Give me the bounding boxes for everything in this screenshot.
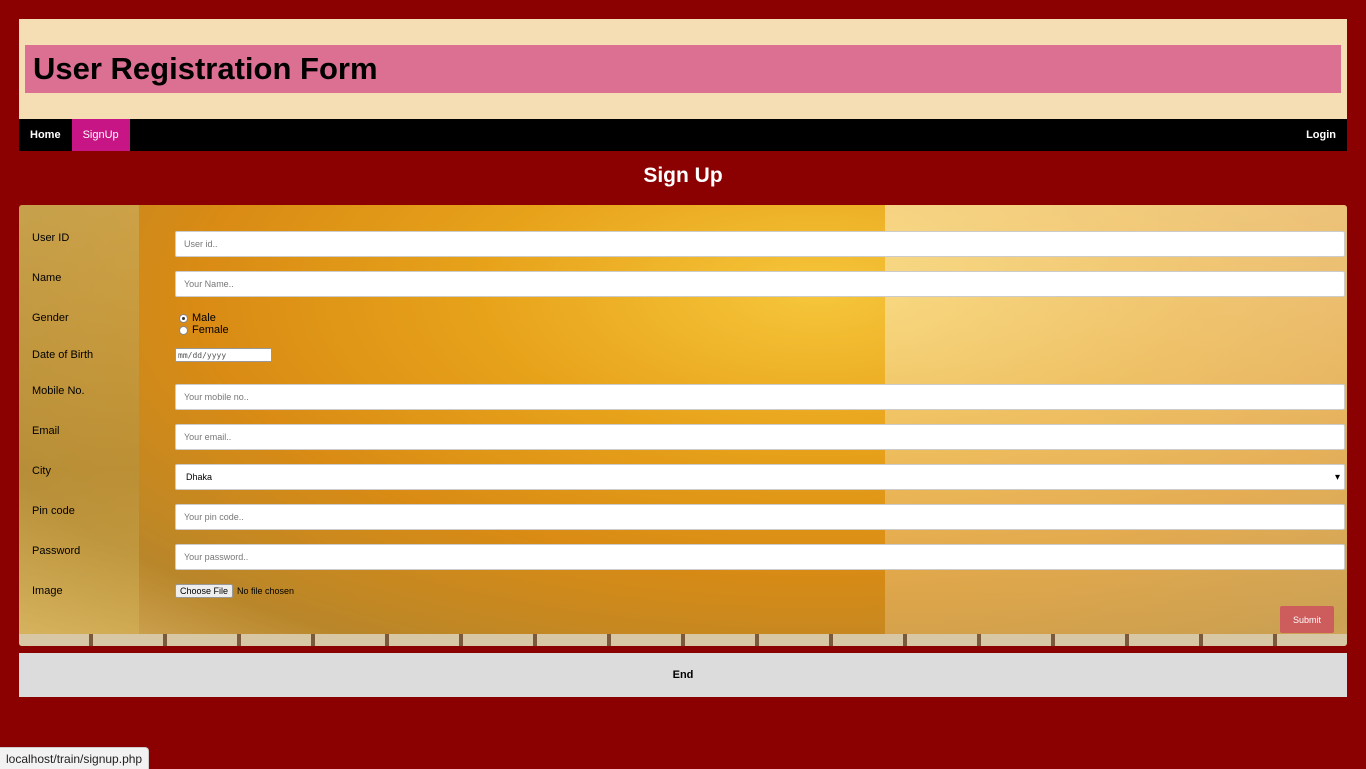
pin-label: Pin code	[32, 505, 75, 517]
navbar: Home SignUp Login	[19, 119, 1347, 151]
nav-login-link[interactable]: Login	[1295, 119, 1347, 151]
dob-label: Date of Birth	[32, 349, 94, 361]
nav-spacer	[130, 119, 1295, 151]
female-label: Female	[192, 324, 229, 336]
gender-label: Gender	[32, 312, 69, 324]
password-label: Password	[32, 545, 81, 557]
city-select[interactable]: Dhaka ▾	[175, 464, 1345, 490]
password-input[interactable]: Your password..	[175, 544, 1345, 570]
city-label: City	[32, 465, 51, 477]
title-band: User Registration Form	[25, 45, 1341, 93]
user-id-input[interactable]: User id..	[175, 231, 1345, 257]
city-selected-value: Dhaka	[186, 472, 213, 482]
male-label: Male	[192, 312, 216, 324]
image-file-input: Choose File No file chosen	[175, 584, 294, 598]
choose-file-button[interactable]: Choose File	[175, 584, 234, 598]
page-title: Sign Up	[643, 164, 723, 187]
name-input[interactable]: Your Name..	[175, 271, 1345, 297]
mobile-label: Mobile No.	[32, 385, 85, 397]
page-footer: End	[19, 653, 1347, 697]
nav-home-link[interactable]: Home	[19, 119, 72, 151]
gender-radio-group: Male Female	[179, 312, 229, 336]
gender-option-male[interactable]: Male	[179, 312, 229, 324]
male-radio[interactable]	[179, 313, 188, 323]
nav-signup-link[interactable]: SignUp	[71, 119, 130, 151]
dob-input[interactable]: mm/dd/yyyy	[175, 348, 272, 362]
chevron-down-icon: ▾	[1334, 471, 1340, 483]
female-radio[interactable]	[179, 325, 188, 335]
image-label: Image	[32, 585, 63, 597]
file-status: No file chosen	[237, 586, 295, 596]
page-header: User Registration Form	[19, 19, 1347, 119]
signup-form: User ID User id.. Name Your Name.. Gende…	[19, 205, 1347, 646]
background-wood-floor	[19, 634, 1347, 646]
user-id-label: User ID	[32, 232, 70, 244]
submit-button[interactable]: Submit	[1280, 606, 1334, 633]
pin-input[interactable]: Your pin code..	[175, 504, 1345, 530]
email-label: Email	[32, 425, 60, 437]
name-label: Name	[32, 272, 62, 284]
email-input[interactable]: Your email..	[175, 424, 1345, 450]
page-header-title: User Registration Form	[33, 51, 378, 86]
gender-option-female[interactable]: Female	[179, 324, 229, 336]
browser-status-url: localhost/train/signup.php	[0, 747, 150, 769]
mobile-input[interactable]: Your mobile no..	[175, 384, 1345, 410]
